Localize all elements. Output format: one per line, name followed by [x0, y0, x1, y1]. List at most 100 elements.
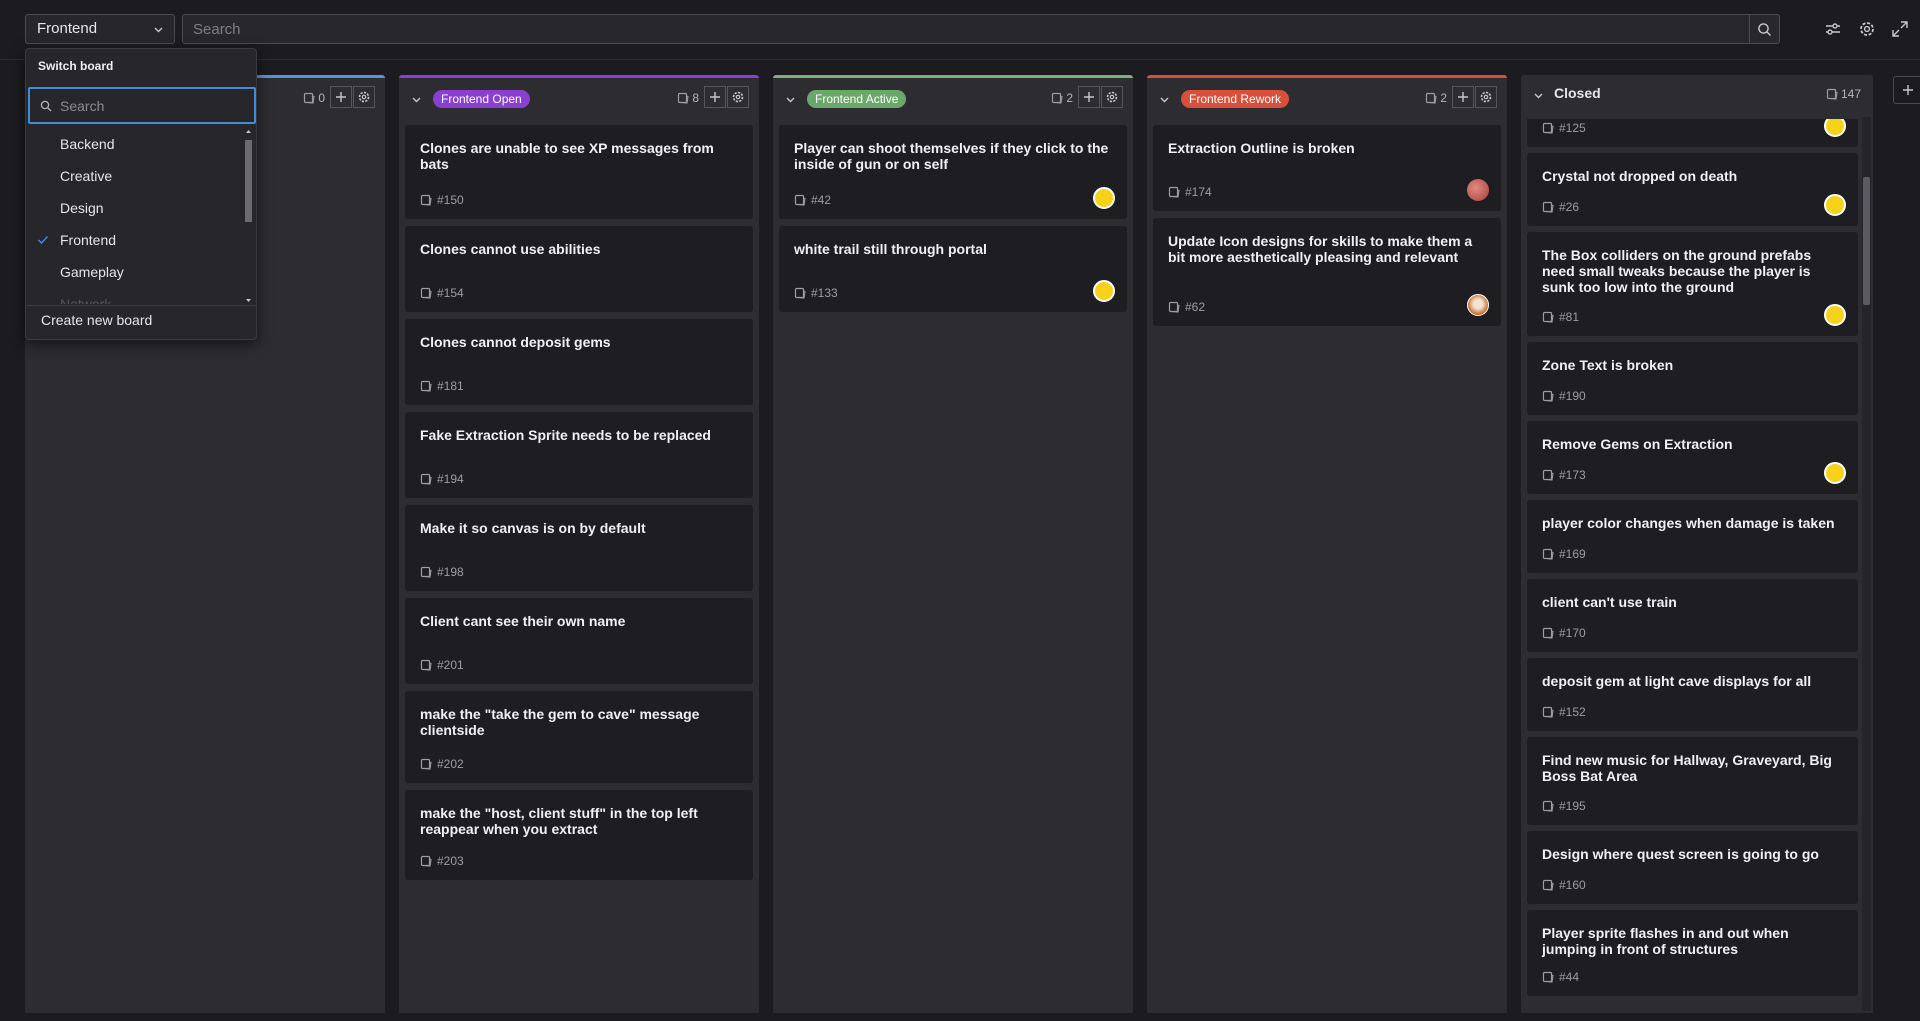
task-card[interactable]: player color changes when damage is take…: [1527, 500, 1858, 573]
card-title: player color changes when damage is take…: [1542, 515, 1835, 531]
card-icon: [1168, 186, 1180, 198]
task-card[interactable]: The Box colliders on the ground prefabs …: [1527, 232, 1858, 336]
board-option[interactable]: Network: [26, 288, 244, 304]
column-settings-button[interactable]: [353, 86, 375, 108]
card-reference: #173: [1542, 468, 1586, 482]
search-button[interactable]: [1749, 15, 1779, 43]
task-card[interactable]: Make it so canvas is on by default #198: [405, 505, 753, 591]
switch-board-dropdown: Switch board Backend Creative Design Fronte…: [25, 48, 257, 340]
card-reference: #181: [420, 379, 464, 393]
assignee-avatar[interactable]: [1093, 187, 1115, 209]
task-card[interactable]: Find new music for Hallway, Graveyard, B…: [1527, 737, 1858, 825]
chevron-down-icon[interactable]: [784, 93, 797, 106]
task-card[interactable]: make the "host, client stuff" in the top…: [405, 790, 753, 880]
task-card[interactable]: Remove Gems on Extraction #173: [1527, 421, 1858, 494]
expand-icon[interactable]: [1890, 19, 1910, 39]
column-settings-button[interactable]: [1475, 86, 1497, 108]
task-card[interactable]: Clones cannot deposit gems #181: [405, 319, 753, 405]
column-settings-button[interactable]: [727, 86, 749, 108]
card-icon: [678, 92, 689, 104]
board-option-label: Design: [60, 200, 104, 216]
check-icon: [37, 235, 49, 245]
task-card[interactable]: Player can shoot themselves if they clic…: [779, 125, 1127, 219]
board-select[interactable]: Frontend: [25, 14, 175, 44]
column-count-value: 8: [692, 91, 699, 105]
task-card[interactable]: Player sprite flashes in and out when ju…: [1527, 910, 1858, 996]
column-name-badge: Frontend Rework: [1181, 90, 1290, 108]
board-option[interactable]: Backend: [26, 128, 244, 160]
card-icon: [1426, 92, 1437, 104]
scrollbar-thumb[interactable]: [1863, 177, 1870, 305]
task-card[interactable]: Zone Text is broken #190: [1527, 342, 1858, 415]
task-card[interactable]: Clones are unable to see XP messages fro…: [405, 125, 753, 219]
column-name-badge: Frontend Active: [807, 90, 907, 108]
card-icon: [420, 194, 432, 206]
card-icon: [420, 855, 432, 867]
assignee-avatar[interactable]: [1467, 179, 1489, 201]
card-reference: #81: [1542, 310, 1579, 324]
task-card[interactable]: Fake Extraction Sprite needs to be repla…: [405, 412, 753, 498]
card-ref-number: #42: [811, 193, 832, 207]
board-option[interactable]: Creative: [26, 160, 244, 192]
board-option[interactable]: Design: [26, 192, 244, 224]
task-card[interactable]: Clones cannot use abilities #154: [405, 226, 753, 312]
chevron-down-icon[interactable]: [1532, 89, 1545, 102]
task-card[interactable]: Update Icon designs for skills to make t…: [1153, 218, 1501, 326]
card-icon: [1542, 201, 1554, 213]
card-reference: #174: [1168, 185, 1212, 199]
add-card-button[interactable]: [330, 86, 352, 108]
closed-column-scrollbar[interactable]: [1862, 117, 1871, 1011]
add-column-button[interactable]: [1893, 76, 1920, 104]
card-title: Extraction Outline is broken: [1168, 140, 1355, 156]
search-input[interactable]: [183, 15, 1743, 43]
card-ref-number: #190: [1559, 389, 1586, 403]
card-title: Remove Gems on Extraction: [1542, 436, 1733, 452]
board-list-scrollbar[interactable]: [243, 128, 254, 304]
scrollbar-thumb[interactable]: [245, 140, 252, 222]
task-card[interactable]: deposit gem at light cave displays for a…: [1527, 658, 1858, 731]
top-bar: Frontend: [0, 0, 1920, 60]
chevron-down-icon[interactable]: [1158, 93, 1171, 106]
card-ref-number: #150: [437, 193, 464, 207]
card-icon: [420, 566, 432, 578]
plus-icon: [336, 92, 346, 102]
board-option[interactable]: Gameplay: [26, 256, 244, 288]
card-reference: #201: [420, 658, 464, 672]
board-list: Backend Creative Design Frontend Gameplay Net…: [26, 128, 244, 304]
assignee-avatar[interactable]: [1467, 294, 1489, 316]
dropdown-title: Switch board: [38, 59, 114, 73]
assignee-avatar[interactable]: [1824, 462, 1846, 484]
add-card-button[interactable]: [1078, 86, 1100, 108]
task-card[interactable]: Client cant see their own name #201: [405, 598, 753, 684]
board-option[interactable]: Frontend: [26, 224, 244, 256]
task-card[interactable]: Design where quest screen is going to go…: [1527, 831, 1858, 904]
task-card[interactable]: client can't use train #170: [1527, 579, 1858, 652]
card-icon: [304, 92, 315, 104]
add-card-button[interactable]: [1452, 86, 1474, 108]
plus-icon: [1903, 85, 1913, 95]
card-icon: [1542, 800, 1554, 812]
dropdown-search-input[interactable]: [60, 96, 240, 116]
filter-icon[interactable]: [1823, 19, 1843, 39]
gear-icon[interactable]: [1857, 19, 1877, 39]
card-icon: [1542, 122, 1554, 134]
assignee-avatar[interactable]: [1093, 280, 1115, 302]
task-card[interactable]: white trail still through portal #133: [779, 226, 1127, 312]
column-settings-button[interactable]: [1101, 86, 1123, 108]
card-title: The Box colliders on the ground prefabs …: [1542, 247, 1812, 295]
task-card[interactable]: Extraction Outline is broken #174: [1153, 125, 1501, 211]
chevron-down-icon[interactable]: [410, 93, 423, 106]
task-card[interactable]: Crystal not dropped on death #26: [1527, 153, 1858, 226]
create-new-board-button[interactable]: Create new board: [41, 312, 152, 328]
card-icon: [1542, 627, 1554, 639]
card-ref-number: #125: [1559, 121, 1586, 135]
task-card[interactable]: #125: [1527, 119, 1858, 147]
task-card[interactable]: make the "take the gem to cave" message …: [405, 691, 753, 783]
assignee-avatar[interactable]: [1824, 119, 1846, 137]
card-reference: #202: [420, 757, 464, 771]
assignee-avatar[interactable]: [1824, 194, 1846, 216]
column-count-value: 2: [1440, 91, 1447, 105]
assignee-avatar[interactable]: [1824, 304, 1846, 326]
card-icon: [1542, 548, 1554, 560]
add-card-button[interactable]: [704, 86, 726, 108]
